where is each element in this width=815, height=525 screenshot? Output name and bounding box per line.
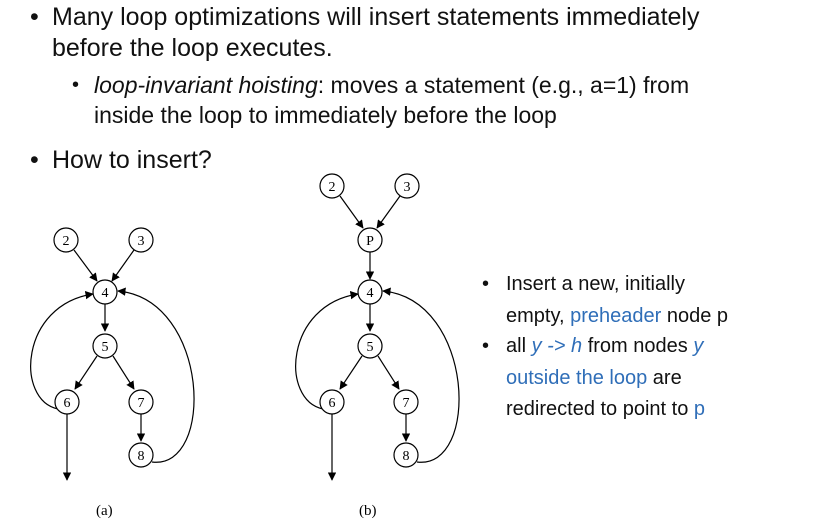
caption-a: (a) [96,503,113,519]
node-label: 8 [138,449,145,464]
node-label: 5 [367,340,374,355]
node-a-8: 8 [128,442,154,468]
edge-8-4 [117,287,195,463]
node-b-2: 2 [319,173,345,199]
edge-5-7 [112,355,135,390]
cfg-diagrams: 2 3 4 5 6 7 8 2 3 P 4 5 6 7 8 [30,173,460,481]
node-b-4: 4 [357,279,383,305]
node-label: 7 [403,396,410,411]
node-label: 3 [404,180,411,195]
node-b-5: 5 [357,333,383,359]
node-a-6: 6 [54,389,80,415]
edge-8-4 [382,287,460,463]
node-label: 4 [367,286,374,301]
edge-2-4 [73,249,98,282]
node-b-6: 6 [319,389,345,415]
node-label: 4 [102,286,109,301]
node-label: P [366,234,374,249]
node-a-3: 3 [128,227,154,253]
edge-3-p [376,195,401,229]
edge-2-p [339,195,364,229]
edge-5-6 [74,355,98,390]
caption-b: (b) [359,503,377,519]
edge-5-7 [377,355,400,390]
node-b-p: P [357,227,383,253]
node-b-7: 7 [393,389,419,415]
node-label: 2 [329,180,336,195]
node-label: 3 [138,234,145,249]
node-a-5: 5 [92,333,118,359]
node-label: 5 [102,340,109,355]
node-a-2: 2 [53,227,79,253]
node-label: 7 [138,396,145,411]
node-b-3: 3 [394,173,420,199]
node-b-8: 8 [393,442,419,468]
node-label: 6 [64,396,71,411]
node-label: 6 [329,396,336,411]
node-a-7: 7 [128,389,154,415]
node-a-4: 4 [92,279,118,305]
edge-3-4 [111,249,135,282]
edge-5-6 [339,355,363,390]
node-label: 2 [63,234,70,249]
diagram-a-nodes: 2 3 4 5 6 7 8 [53,227,154,468]
node-label: 8 [403,449,410,464]
